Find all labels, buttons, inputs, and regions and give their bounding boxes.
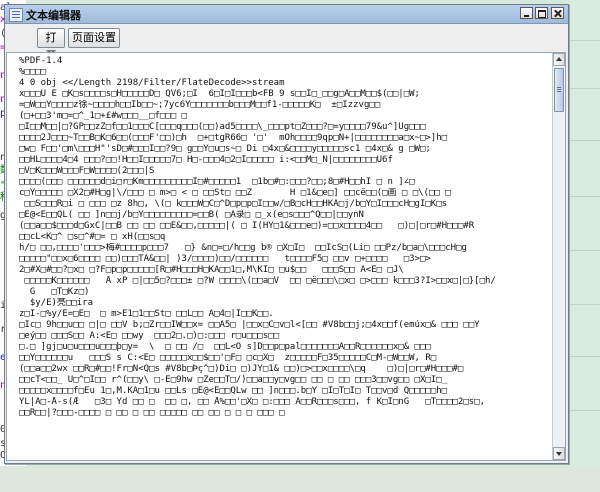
editor-line: c□Y□□□□□ □X2□#H□g|\/□□□ □ m>□ < □ □□St□ …	[19, 188, 451, 198]
scroll-thumb[interactable]	[554, 68, 564, 112]
text-area-frame: %PDF-1.4 %□□□□ 4 0 obj <</Length 2198/Filt…	[6, 52, 566, 461]
editor-line: □E@<E□□QL( □□ ]n□□j/b□Y□□□□□□□□□=□□B( □A…	[19, 210, 364, 220]
text-area[interactable]: %PDF-1.4 %□□□□ 4 0 obj <</Length 2198/Filt…	[19, 56, 549, 458]
editor-line: G □T□Kz□)	[19, 287, 90, 297]
scroll-up-arrow-icon[interactable]	[553, 53, 565, 66]
text-editor-window: 文本编辑器 打开 页面设置 %PDF-1.4%□□□□4 0 obj <</Le…	[4, 4, 569, 464]
editor-line: □eý□□ □□□S□□ A:<E□ □□wy □□□2□.□)□:□□□ r□…	[19, 331, 280, 341]
toolbar: 打开 页面设置	[5, 24, 568, 62]
editor-line: 4 0 obj <</Length 2198/Filter/FlateDecod…	[19, 78, 285, 88]
editor-line: =□W□□Y□□□□z徐~□□□□h□□Ib□□~;7yc6Y□□□□□□□b□…	[19, 100, 381, 110]
editor-line: □□□□□"□□x□6□□□□ □□)□□□TA&□□| )3/□□□□)□□/…	[19, 254, 431, 264]
editor-line: $y/E)亮□□ira	[19, 298, 94, 308]
editor-line: □□Y□□□□□□u □□□S s C:<E□ □□□□□x□□$□□'□F□ …	[19, 353, 437, 363]
editor-line: □□□□(□□□ □□□□□□d□i□r□Km□□□□□□□□□I□#□□□□□…	[19, 177, 415, 187]
text-editor-icon	[9, 8, 23, 22]
close-icon[interactable]	[551, 7, 564, 19]
editor-line: (□□a□□$□□□d□GxC|□□B □□ □□ □□E&□□,□□□□□|(…	[19, 221, 475, 231]
editor-line: □□□□2J□□□~T□□B□K□6□□(□□□F'□□)□h □+□tgR66…	[19, 133, 448, 143]
editor-line: %□□□□	[19, 67, 47, 77]
editor-line: (□□a□□2wx □□R□#□□!Fr□N<Q□s #V8b□Þç^□)Di□…	[19, 364, 464, 374]
editor-line: □□HL□□□□4□4 □□□?□□!H□□I□□□□□7□ H□-□□□4□2…	[19, 155, 393, 165]
editor-line: □w□ F□□'□m\□□□H"'sD□#□□□I□□?9□ g□□Y□u□s~…	[19, 144, 431, 154]
maximize-icon[interactable]	[535, 7, 548, 19]
background-right-area	[567, 0, 600, 492]
editor-line: □□R□□|?□□□-□□□□ □ □□ □ □□ □□□□□ □□ □□ □ …	[19, 408, 285, 418]
vertical-scrollbar[interactable]	[552, 53, 565, 460]
editor-line: □I□□M□□|□?GP□□zZ□f□□1□□□C[□□□q□□□(□□)ad5…	[19, 122, 426, 132]
editor-line: %PDF-1.4	[19, 56, 63, 66]
editor-line: □□cT<□□_ U□^□I□□ r^(□□y\ □-E□9hw □Ze□□T□…	[19, 375, 448, 385]
editor-line: □Ic□ 9h□□u□□ □|□ □□V b;□Zr□□IW□□x= □□A5□…	[19, 320, 480, 330]
editor-line: □V□K□□□W□□□F□W□□□□(2□□□|S	[19, 166, 155, 176]
open-button[interactable]: 打开	[37, 28, 65, 62]
editor-line: □□□□□K□□□□□□ Å xP □|□□5□?□□□± □?W □□□□\(…	[19, 276, 496, 286]
editor-line: □□□□□x□□□□f□Eu 1□,M.KA□1□u □□Ls □E@<E□□Q…	[19, 386, 448, 396]
minimize-icon[interactable]	[520, 7, 533, 19]
title-bar[interactable]: 文本编辑器	[5, 5, 568, 24]
editor-line: x□□□U E □K□s□□□□s□H□□□□□D□ QV6;□I 6□I□I□…	[19, 89, 420, 99]
window-title: 文本编辑器	[26, 9, 81, 22]
editor-line: □□S□□□R□i □ □□□ □z 8h□, \(□ k□□□W□C□^D□p…	[19, 199, 448, 209]
scroll-down-arrow-icon[interactable]	[553, 447, 565, 460]
editor-line: □.□ ]gj□u□u□□□u□□□þ□y= \ □ □□ /□ □□L<O s…	[19, 342, 431, 352]
page-settings-button[interactable]: 页面设置	[68, 28, 120, 48]
background-bottom-area	[0, 466, 600, 492]
editor-line: YL|A□-Å-s(Æ □3□ Yd □□ □ □□ □, □□ Å%□□'□X…	[19, 397, 485, 407]
editor-line: 2□#X□#□□?□x□ □?F□p□p□□□□□[R□#H□□□H□KA□□1…	[19, 265, 404, 275]
editor-line: h/□ □□,□□□□'□□□>梅#□□□□p□□□7 □} &n□=□/h□□…	[19, 243, 467, 253]
editor-line: (□+□□3'm□=□^_1□+£#w□□□__□f□□□ □	[19, 111, 187, 121]
editor-line: z□I-□%y/E=□E□ □ m>E1□1□□St□ □□L□□ A□4□|I…	[19, 309, 274, 319]
editor-line: □□cL<K□^ □s□^#□= □ xH(□□s□q	[19, 232, 166, 242]
